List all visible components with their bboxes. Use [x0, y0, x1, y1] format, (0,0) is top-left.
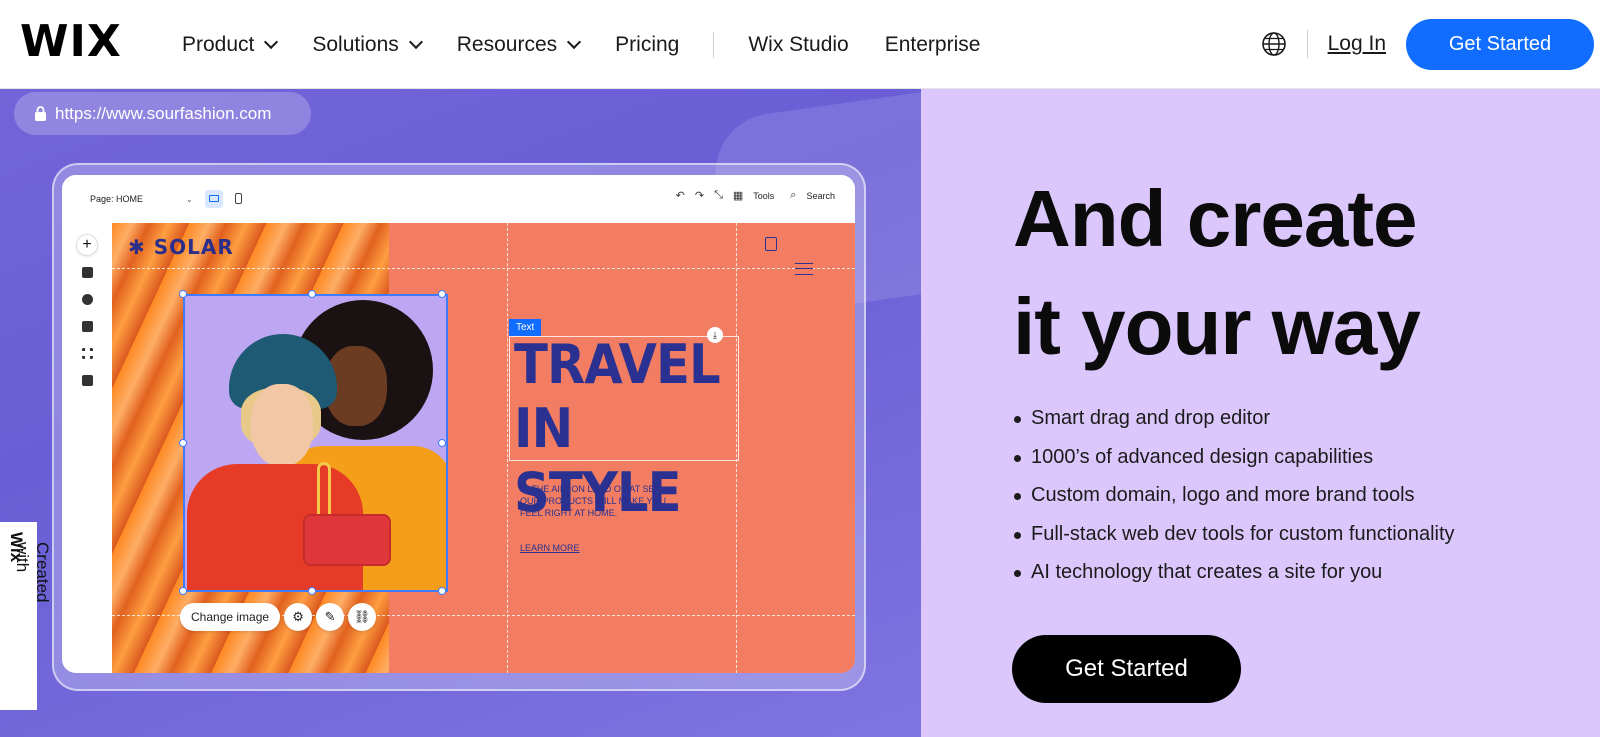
url-text: https://www.sourfashion.com	[55, 103, 272, 123]
get-started-button[interactable]: Get Started	[1012, 635, 1241, 703]
nav-actions: Log In Get Started	[1261, 18, 1594, 70]
subtext-line: FEEL RIGHT AT HOME.	[520, 508, 618, 518]
desktop-view-icon[interactable]	[205, 190, 223, 208]
globe-icon[interactable]	[1261, 31, 1287, 57]
resize-handle[interactable]	[308, 587, 316, 595]
nav-item-solutions[interactable]: Solutions	[312, 32, 423, 57]
nav-item-product[interactable]: Product	[182, 32, 279, 57]
site-subtext: IN THE AIR, ON LAND OR AT SEA - OUR PROD…	[520, 483, 690, 519]
chevron-down-icon	[408, 34, 423, 50]
settings-icon[interactable]: ⚙	[284, 603, 313, 631]
login-link[interactable]: Log In	[1328, 32, 1386, 56]
main-menu: Product Solutions Resources Pricing Wix …	[182, 0, 1016, 89]
link-icon[interactable]: ⛓	[348, 603, 377, 631]
hero-headline: And create it your way	[1013, 165, 1421, 381]
nav-divider	[1306, 30, 1308, 58]
resize-handle[interactable]	[308, 290, 316, 298]
headline-line: it your way	[1013, 282, 1421, 371]
resize-handle[interactable]	[438, 290, 446, 298]
site-logo: ✱ SOLAR	[128, 235, 234, 259]
resize-handle[interactable]	[179, 290, 187, 298]
nav-item-wix-studio[interactable]: Wix Studio	[748, 33, 848, 57]
media-icon[interactable]	[82, 321, 93, 332]
page-selector[interactable]: Page: HOME	[90, 194, 143, 204]
nav-item-enterprise[interactable]: Enterprise	[885, 33, 981, 57]
design-icon[interactable]	[82, 294, 93, 305]
subtext-line: IN THE AIR, ON LAND OR AT SEA -	[520, 484, 666, 494]
feature-item: Custom domain, logo and more brand tools	[1014, 484, 1455, 523]
shopping-bag-icon[interactable]	[765, 237, 777, 251]
wix-logo[interactable]: WIX	[20, 20, 122, 64]
nav-item-label: Wix Studio	[748, 32, 849, 56]
zoom-out-icon[interactable]: ⤡	[714, 189, 723, 202]
redo-icon[interactable]: ↷	[695, 189, 704, 202]
guide-line	[112, 268, 855, 269]
add-element-icon[interactable]: +	[76, 234, 98, 256]
editor-toolbar: Page: HOME ⌄ ↶ ↷ ⤡ ▦ Tools ⌕ Search	[62, 175, 855, 223]
feature-item: AI technology that creates a site for yo…	[1014, 561, 1455, 600]
headline-line: And create	[1013, 174, 1417, 263]
nav-item-label: Resources	[456, 32, 558, 56]
editor-showcase: https://www.sourfashion.com Page: HOME ⌄…	[0, 89, 921, 737]
resize-handle[interactable]	[438, 587, 446, 595]
created-with-wix-badge[interactable]: Created with Wix	[0, 522, 52, 710]
brush-icon[interactable]: ✎	[316, 603, 345, 631]
nav-item-label: Pricing	[615, 32, 680, 56]
pages-icon[interactable]	[82, 267, 93, 278]
chevron-down-icon	[264, 34, 279, 50]
photo-shape	[303, 514, 391, 566]
editor-window: Page: HOME ⌄ ↶ ↷ ⤡ ▦ Tools ⌕ Search + ✱ …	[62, 175, 855, 673]
nav-item-label: Product	[182, 32, 255, 56]
nav-item-label: Enterprise	[884, 32, 981, 56]
badge-prefix: Created with	[13, 542, 52, 603]
resize-handle[interactable]	[179, 587, 187, 595]
nav-item-label: Solutions	[312, 32, 399, 56]
resize-handle[interactable]	[438, 439, 446, 447]
tools-icon: ▦	[732, 190, 744, 202]
badge-text: Created with Wix	[6, 532, 52, 602]
nav-item-pricing[interactable]: Pricing	[615, 33, 679, 57]
guide-line	[507, 223, 508, 673]
editor-sidebar: +	[62, 223, 112, 673]
image-toolbar: Change image ⚙ ✎ ⛓	[180, 603, 380, 631]
chevron-down-icon: ⌄	[186, 195, 193, 204]
editor-tools: ↶ ↷ ⤡ ▦ Tools ⌕ Search	[676, 189, 835, 202]
url-bar: https://www.sourfashion.com	[14, 92, 311, 135]
change-image-button[interactable]: Change image	[180, 603, 281, 631]
nav-divider	[713, 31, 715, 58]
top-navigation: WIX Product Solutions Resources Pricing …	[0, 0, 1600, 89]
feature-list: Smart drag and drop editor 1000’s of adv…	[1014, 407, 1455, 600]
headline-line: TRAVEL	[514, 333, 721, 396]
nav-item-resources[interactable]: Resources	[456, 32, 582, 57]
search-label[interactable]: Search	[806, 191, 835, 201]
feature-item: 1000’s of advanced design capabilities	[1014, 446, 1455, 485]
photo-shape	[251, 384, 313, 466]
download-icon[interactable]: ⤓	[707, 327, 723, 343]
feature-item: Smart drag and drop editor	[1014, 407, 1455, 446]
search-icon: ⌕	[790, 189, 797, 201]
lock-icon	[35, 106, 46, 121]
image-icon[interactable]	[82, 375, 93, 386]
resize-handle[interactable]	[179, 439, 187, 447]
learn-more-link[interactable]: LEARN MORE	[520, 543, 580, 553]
get-started-button[interactable]: Get Started	[1406, 18, 1594, 70]
hero-content: And create it your way Smart drag and dr…	[921, 89, 1600, 737]
selected-hero-image[interactable]	[183, 294, 448, 592]
apps-icon[interactable]	[82, 348, 93, 359]
subtext-line: OUR PRODUCTS WILL MAKE YOU	[520, 496, 667, 506]
tools-label[interactable]: Tools	[753, 191, 774, 201]
chevron-down-icon	[567, 34, 582, 50]
photo-shape	[317, 462, 331, 522]
feature-item: Full-stack web dev tools for custom func…	[1014, 523, 1455, 562]
site-canvas: ✱ SOLAR Text TRAVEL IN STYLE ⤓ IN THE AI…	[112, 223, 855, 673]
mobile-view-icon[interactable]	[232, 190, 246, 208]
undo-icon[interactable]: ↶	[676, 189, 685, 202]
menu-icon[interactable]	[795, 263, 813, 275]
